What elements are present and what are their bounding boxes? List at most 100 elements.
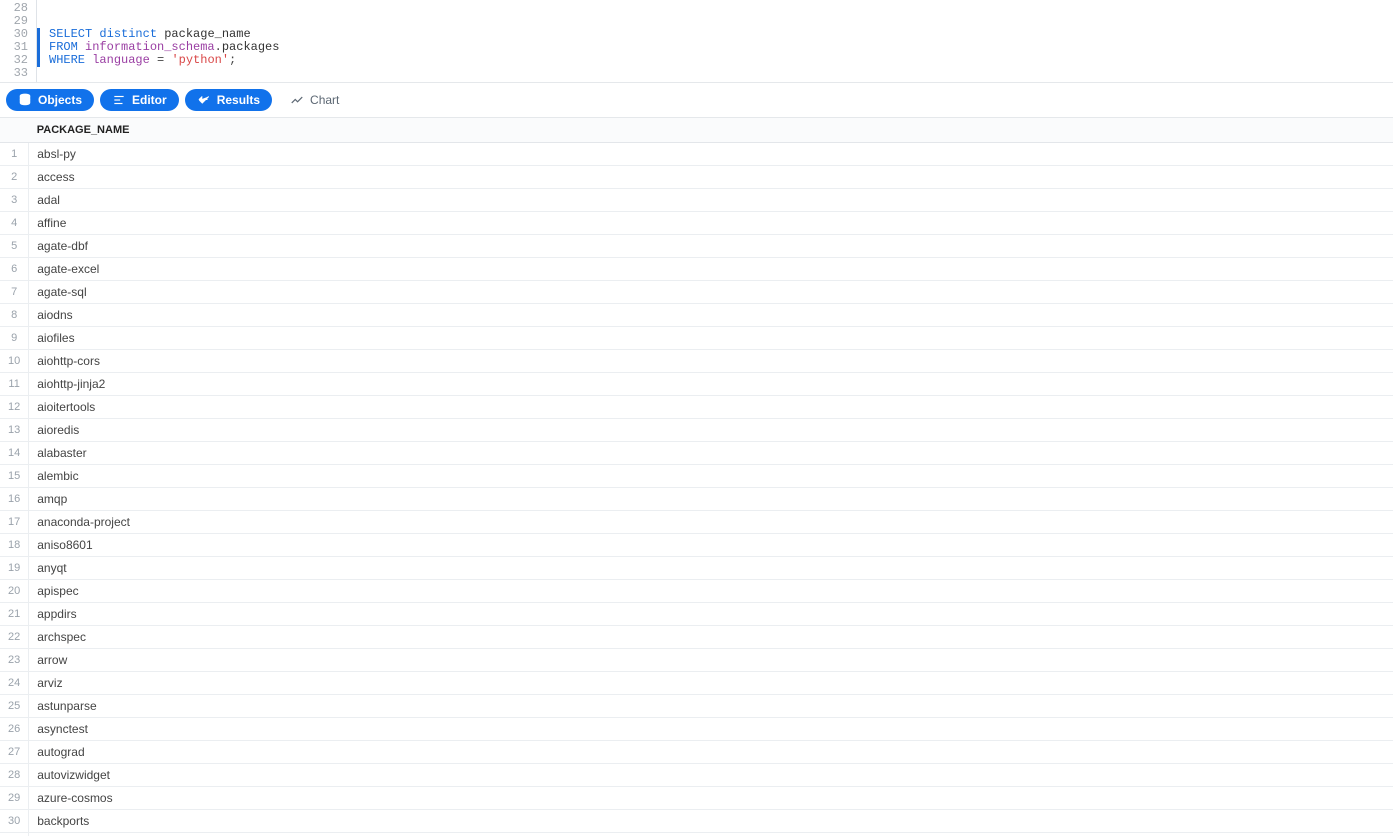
tab-chart[interactable]: Chart [278, 89, 351, 111]
cell-package-name[interactable]: adal [29, 189, 1393, 212]
table-row[interactable]: 31basemap-data-hires [0, 833, 1393, 836]
cell-package-name[interactable]: arrow [29, 649, 1393, 672]
cell-package-name[interactable]: appdirs [29, 603, 1393, 626]
cell-package-name[interactable]: aiohttp-cors [29, 350, 1393, 373]
table-row[interactable]: 25astunparse [0, 695, 1393, 718]
table-row[interactable]: 15alembic [0, 465, 1393, 488]
cell-package-name[interactable]: autograd [29, 741, 1393, 764]
table-row[interactable]: 14alabaster [0, 442, 1393, 465]
table-row[interactable]: 13aioredis [0, 419, 1393, 442]
cell-package-name[interactable]: absl-py [29, 143, 1393, 166]
table-row[interactable]: 5agate-dbf [0, 235, 1393, 258]
cell-package-name[interactable]: aiodns [29, 304, 1393, 327]
row-number: 3 [0, 189, 29, 212]
table-row[interactable]: 2access [0, 166, 1393, 189]
cell-package-name[interactable]: agate-excel [29, 258, 1393, 281]
table-row[interactable]: 24arviz [0, 672, 1393, 695]
row-number: 8 [0, 304, 29, 327]
table-row[interactable]: 17anaconda-project [0, 511, 1393, 534]
table-row[interactable]: 27autograd [0, 741, 1393, 764]
row-number: 15 [0, 465, 29, 488]
line-number: 33 [0, 67, 28, 80]
token-kw: FROM [49, 40, 78, 54]
row-number: 24 [0, 672, 29, 695]
cell-package-name[interactable]: azure-cosmos [29, 787, 1393, 810]
cell-package-name[interactable]: apispec [29, 580, 1393, 603]
cell-package-name[interactable]: aiohttp-jinja2 [29, 373, 1393, 396]
editor-code-area[interactable]: SELECT distinct package_nameFROM informa… [36, 0, 1393, 82]
cell-package-name[interactable]: aioitertools [29, 396, 1393, 419]
table-row[interactable]: 4affine [0, 212, 1393, 235]
row-number: 20 [0, 580, 29, 603]
cell-package-name[interactable]: agate-dbf [29, 235, 1393, 258]
table-row[interactable]: 6agate-excel [0, 258, 1393, 281]
cell-package-name[interactable]: affine [29, 212, 1393, 235]
results-panel[interactable]: PACKAGE_NAME 1absl-py2access3adal4affine… [0, 118, 1393, 836]
cell-package-name[interactable]: arviz [29, 672, 1393, 695]
results-table: PACKAGE_NAME 1absl-py2access3adal4affine… [0, 118, 1393, 836]
token-schema: language [92, 53, 150, 67]
cell-package-name[interactable]: amqp [29, 488, 1393, 511]
row-number: 28 [0, 764, 29, 787]
cell-package-name[interactable]: access [29, 166, 1393, 189]
cell-package-name[interactable]: anyqt [29, 557, 1393, 580]
code-line[interactable]: FROM information_schema.packages [37, 41, 1393, 54]
token-schema: information_schema [85, 40, 215, 54]
table-row[interactable]: 21appdirs [0, 603, 1393, 626]
table-row[interactable]: 7agate-sql [0, 281, 1393, 304]
editor-icon [112, 93, 126, 107]
tab-editor[interactable]: Editor [100, 89, 179, 111]
table-row[interactable]: 19anyqt [0, 557, 1393, 580]
row-number: 12 [0, 396, 29, 419]
table-row[interactable]: 26asynctest [0, 718, 1393, 741]
cell-package-name[interactable]: aiofiles [29, 327, 1393, 350]
tab-chart-label: Chart [310, 93, 339, 107]
table-row[interactable]: 20apispec [0, 580, 1393, 603]
cell-package-name[interactable]: aniso8601 [29, 534, 1393, 557]
cell-package-name[interactable]: archspec [29, 626, 1393, 649]
row-number: 5 [0, 235, 29, 258]
cell-package-name[interactable]: aioredis [29, 419, 1393, 442]
code-line[interactable]: WHERE language = 'python'; [37, 54, 1393, 67]
cell-package-name[interactable]: alabaster [29, 442, 1393, 465]
table-row[interactable]: 23arrow [0, 649, 1393, 672]
table-row[interactable]: 30backports [0, 810, 1393, 833]
cell-package-name[interactable]: anaconda-project [29, 511, 1393, 534]
row-number: 16 [0, 488, 29, 511]
cell-package-name[interactable]: agate-sql [29, 281, 1393, 304]
table-row[interactable]: 9aiofiles [0, 327, 1393, 350]
cell-package-name[interactable]: astunparse [29, 695, 1393, 718]
table-row[interactable]: 18aniso8601 [0, 534, 1393, 557]
row-number: 31 [0, 833, 29, 836]
cell-package-name[interactable]: basemap-data-hires [29, 833, 1393, 836]
code-line[interactable] [49, 2, 1393, 15]
table-row[interactable]: 12aioitertools [0, 396, 1393, 419]
table-row[interactable]: 3adal [0, 189, 1393, 212]
table-row[interactable]: 11aiohttp-jinja2 [0, 373, 1393, 396]
table-row[interactable]: 16amqp [0, 488, 1393, 511]
column-header-package-name[interactable]: PACKAGE_NAME [29, 118, 1393, 143]
table-row[interactable]: 28autovizwidget [0, 764, 1393, 787]
table-row[interactable]: 8aiodns [0, 304, 1393, 327]
code-editor[interactable]: 282930313233 SELECT distinct package_nam… [0, 0, 1393, 82]
token-op: = [157, 53, 164, 67]
tab-results[interactable]: Results [185, 89, 272, 111]
row-number: 9 [0, 327, 29, 350]
table-row[interactable]: 22archspec [0, 626, 1393, 649]
table-row[interactable]: 10aiohttp-cors [0, 350, 1393, 373]
row-number: 10 [0, 350, 29, 373]
cell-package-name[interactable]: alembic [29, 465, 1393, 488]
cell-package-name[interactable]: autovizwidget [29, 764, 1393, 787]
code-line[interactable] [49, 67, 1393, 80]
token-ident: packages [222, 40, 280, 54]
tab-objects-label: Objects [38, 93, 82, 107]
cell-package-name[interactable]: backports [29, 810, 1393, 833]
token-ident: package_name [164, 27, 250, 41]
tab-objects[interactable]: Objects [6, 89, 94, 111]
token-kw: distinct [99, 27, 157, 41]
table-row[interactable]: 29azure-cosmos [0, 787, 1393, 810]
result-tabbar: Objects Editor [0, 82, 1393, 118]
chart-icon [290, 93, 304, 107]
cell-package-name[interactable]: asynctest [29, 718, 1393, 741]
table-row[interactable]: 1absl-py [0, 143, 1393, 166]
